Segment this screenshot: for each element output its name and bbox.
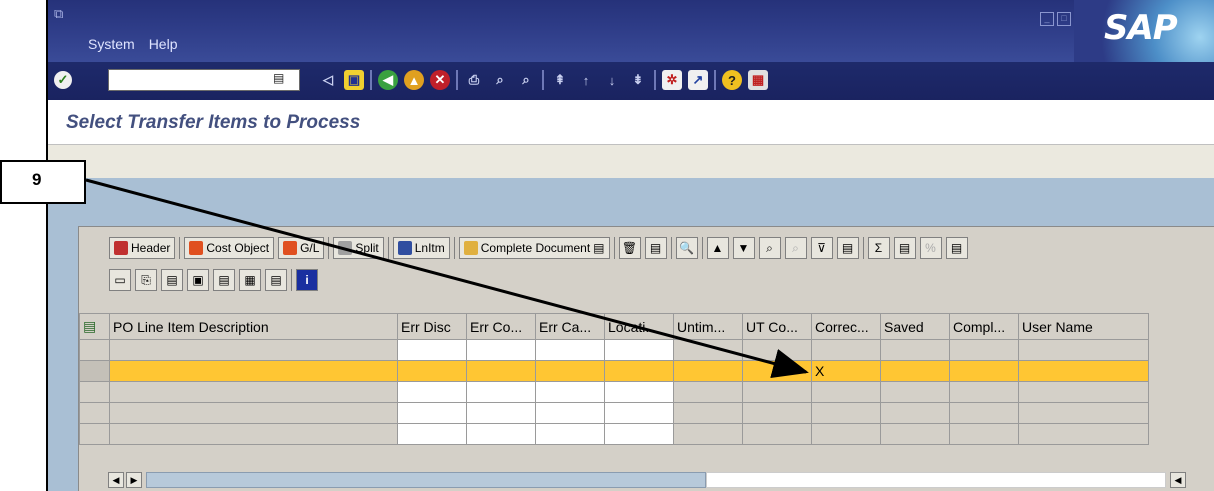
annotation-arrow	[85, 178, 809, 378]
